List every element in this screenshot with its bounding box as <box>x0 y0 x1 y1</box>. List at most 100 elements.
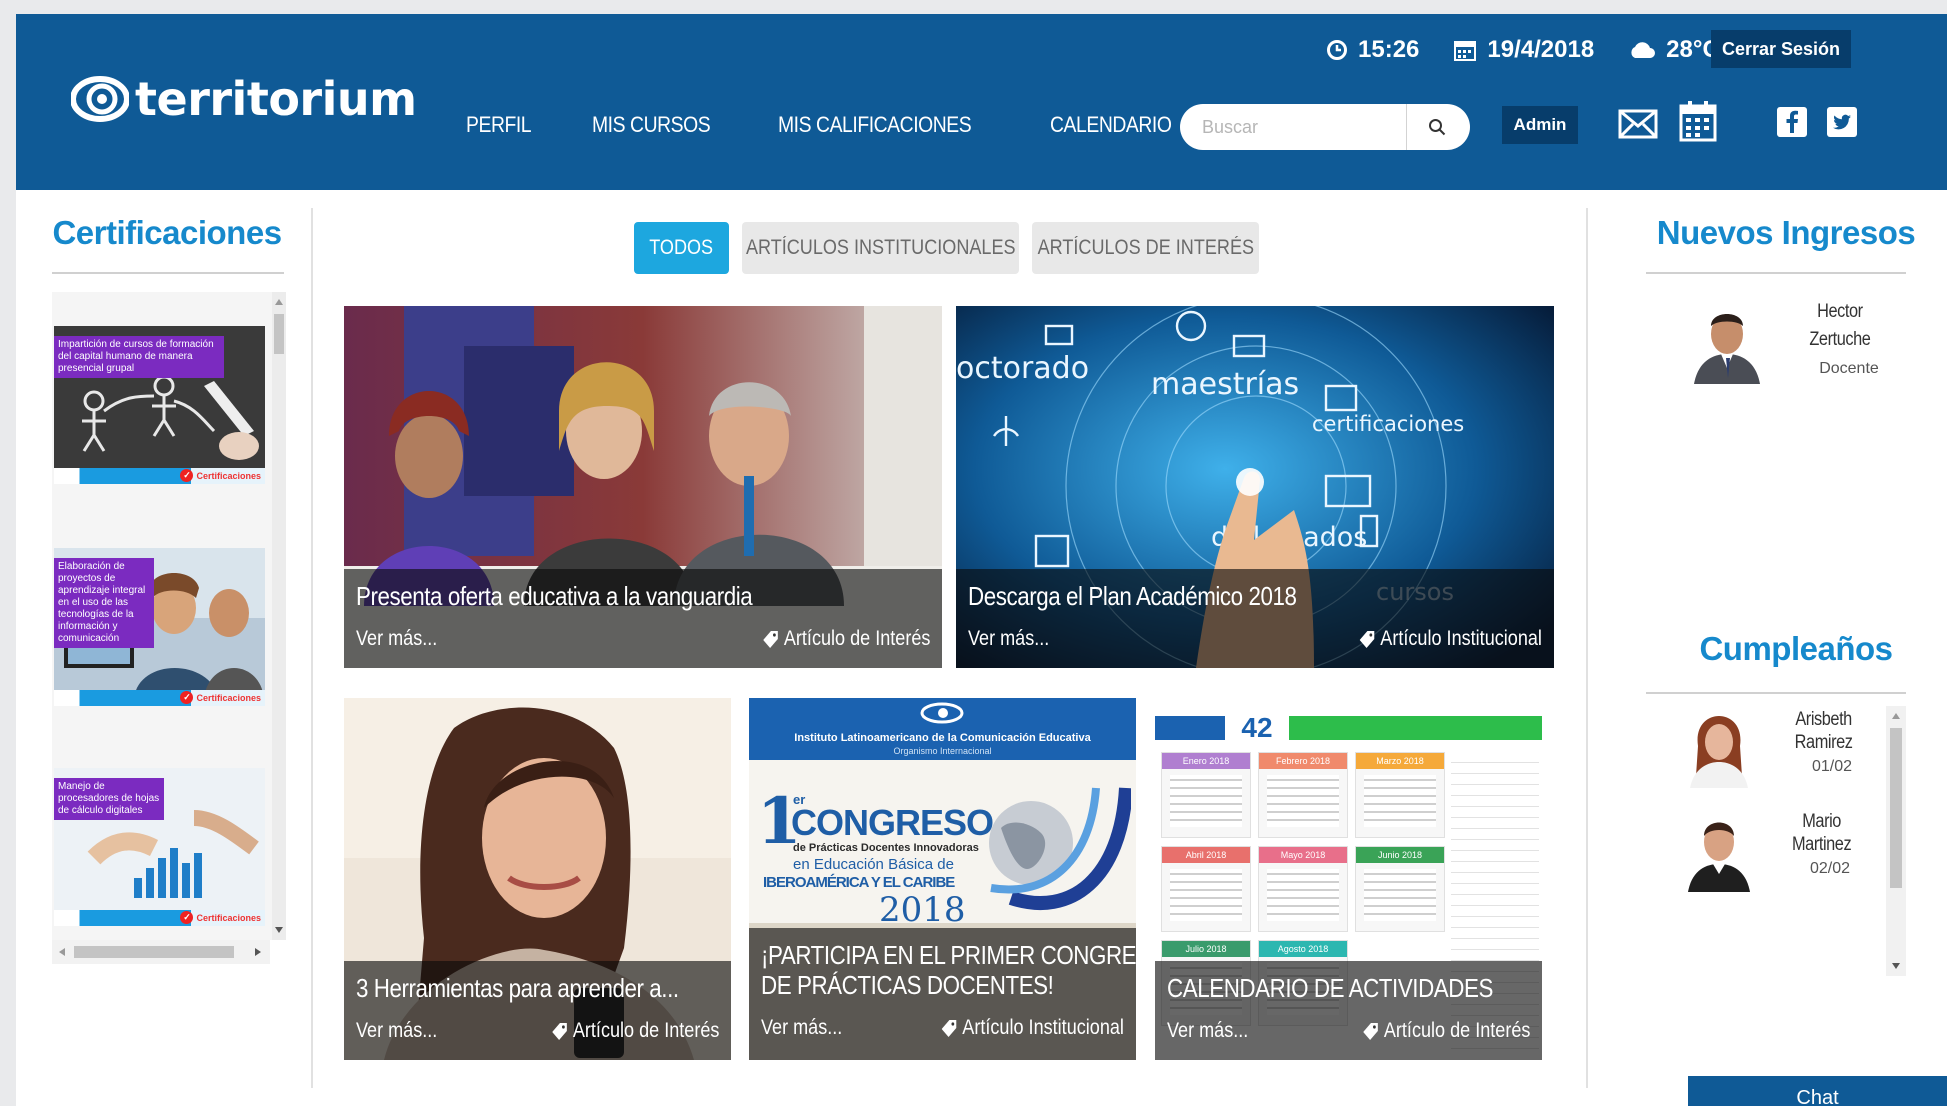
date-text: 19/4/2018 <box>1487 36 1595 63</box>
read-more-link[interactable]: Ver más... <box>356 627 437 651</box>
article-overlay: Descarga el Plan Académico 2018 Ver más.… <box>956 569 1554 668</box>
calendar-month-label: Julio 2018 <box>1162 941 1250 957</box>
birthdays-scroll-thumb[interactable] <box>1890 728 1902 888</box>
mail-icon[interactable] <box>1618 108 1658 140</box>
certification-card[interactable]: Elaboración de proyectos de aprendizaje … <box>54 548 265 706</box>
article-card[interactable]: octorado maestrías certificaciones diplo… <box>956 306 1554 668</box>
birthdays-divider <box>1646 692 1906 694</box>
scroll-right-icon[interactable] <box>254 947 262 957</box>
calendar-number: 42 <box>1225 712 1289 744</box>
date-display: 19/4/2018 <box>1453 36 1594 64</box>
article-card[interactable]: Instituto Latinoamericano de la Comunica… <box>749 698 1136 1060</box>
admin-button[interactable]: Admin <box>1502 106 1578 144</box>
certifications-title: Certificaciones <box>52 214 282 251</box>
calendar-icon <box>1454 41 1477 61</box>
scroll-up-icon[interactable] <box>1891 712 1901 720</box>
twitter-icon[interactable] <box>1827 107 1857 137</box>
article-meta: Ver más... Artículo de Interés <box>356 1019 719 1043</box>
article-title-line: ¡PARTICIPA EN EL PRIMER CONGRESO <box>761 940 1136 970</box>
calendar-month-label: Abril 2018 <box>1162 847 1250 863</box>
article-card[interactable]: 42 Enero 2018 Febrero 2018 Marzo 2018 Abril… <box>1155 698 1542 1060</box>
birthdays-scrollbar[interactable] <box>1886 706 1906 976</box>
chat-button[interactable]: Chat <box>1688 1076 1947 1106</box>
article-overlay: Presenta oferta educativa a la vanguardi… <box>344 569 942 668</box>
certification-card[interactable]: Impartición de cursos de formación del c… <box>54 326 265 484</box>
certification-badge: ✓ Certificaciones <box>180 469 261 482</box>
calendar-month-label: Enero 2018 <box>1162 753 1250 769</box>
article-title-line: DE PRÁCTICAS DOCENTES! <box>761 970 1054 1000</box>
article-filter-tabs: TODOS ARTÍCULOS INSTITUCIONALES ARTÍCULO… <box>634 222 1272 274</box>
read-more-link[interactable]: Ver más... <box>968 627 1049 651</box>
certification-badge: ✓ Certificaciones <box>180 691 261 704</box>
search-box <box>1180 104 1470 150</box>
article-card[interactable]: 3 Herramientas para aprender a... Ver má… <box>344 698 731 1060</box>
logo-mark-icon <box>71 76 129 122</box>
territorium-logo[interactable]: territorium <box>71 70 417 128</box>
logout-button[interactable]: Cerrar Sesión <box>1711 30 1851 68</box>
top-header: territorium PERFIL MIS CURSOS MIS CALIFI… <box>16 14 1947 190</box>
tab-articulos-de-interes[interactable]: ARTÍCULOS DE INTERÉS <box>1032 222 1259 274</box>
tag-icon <box>941 1020 957 1037</box>
birthday-date: 01/02 <box>1811 758 1853 775</box>
image-word: certificaciones <box>1312 412 1464 436</box>
logo-wordmark: territorium <box>135 72 417 126</box>
birthday-info: Arisbeth Ramirez 01/02 <box>1772 706 1892 788</box>
scroll-up-icon[interactable] <box>274 298 284 306</box>
tab-articulos-institucionales[interactable]: ARTÍCULOS INSTITUCIONALES <box>742 222 1019 274</box>
page: territorium PERFIL MIS CURSOS MIS CALIFI… <box>16 14 1947 1106</box>
nav-mis-calificaciones[interactable]: MIS CALIFICACIONES <box>778 112 972 138</box>
calendar-grid-icon[interactable] <box>1679 100 1717 142</box>
horizontal-scroll-thumb[interactable] <box>74 946 234 958</box>
nav-calendario[interactable]: CALENDARIO <box>1050 112 1172 138</box>
search-icon <box>1428 119 1445 136</box>
nav-perfil[interactable]: PERFIL <box>466 112 532 138</box>
tag-icon <box>1362 1023 1378 1040</box>
article-card[interactable]: Presenta oferta educativa a la vanguardi… <box>344 306 942 668</box>
right-column-divider <box>1586 208 1588 1088</box>
facebook-icon[interactable] <box>1777 107 1807 137</box>
certifications-horizontal-scrollbar[interactable] <box>52 940 270 964</box>
article-meta: Ver más... Artículo de Interés <box>356 627 930 651</box>
cloud-icon <box>1631 42 1656 58</box>
certifications-vertical-scrollbar[interactable] <box>272 292 286 940</box>
person-first-name: Mario <box>1802 811 1841 832</box>
search-input[interactable] <box>1180 116 1406 138</box>
scroll-down-icon[interactable] <box>1891 962 1901 970</box>
read-more-link[interactable]: Ver más... <box>356 1019 437 1043</box>
avatar <box>1688 298 1766 384</box>
article-overlay: CALENDARIO DE ACTIVIDADES Ver más... Art… <box>1155 961 1542 1060</box>
birthday-item[interactable]: Arisbeth Ramirez 01/02 <box>1684 706 1892 788</box>
read-more-link[interactable]: Ver más... <box>761 1016 842 1040</box>
vertical-scroll-thumb[interactable] <box>274 314 284 354</box>
certification-caption: Impartición de cursos de formación del c… <box>54 336 224 378</box>
tab-todos[interactable]: TODOS <box>634 222 729 274</box>
calendar-month-label: Mayo 2018 <box>1259 847 1347 863</box>
poster-headline: CONGRESO <box>791 802 994 843</box>
scroll-left-icon[interactable] <box>58 947 66 957</box>
new-members-title: Nuevos Ingresos <box>1656 214 1916 251</box>
article-category: Artículo Institucional <box>1359 627 1542 651</box>
certifications-divider <box>52 272 284 274</box>
poster-subtitle: en Educación Básica de <box>793 856 954 873</box>
article-category: Artículo Institucional <box>941 1016 1124 1040</box>
certifications-list: Impartición de cursos de formación del c… <box>52 292 286 940</box>
read-more-link[interactable]: Ver más... <box>1167 1019 1248 1043</box>
main-nav: PERFIL MIS CURSOS MIS CALIFICACIONES CAL… <box>466 112 1240 138</box>
article-title: Descarga el Plan Académico 2018 <box>968 581 1297 611</box>
article-title: CALENDARIO DE ACTIVIDADES <box>1167 973 1493 1003</box>
birthday-item[interactable]: Mario Martinez 02/02 <box>1680 808 1890 892</box>
certification-card[interactable]: Manejo de procesadores de hojas de cálcu… <box>54 768 265 926</box>
nav-mis-cursos[interactable]: MIS CURSOS <box>592 112 711 138</box>
scroll-down-icon[interactable] <box>274 926 284 934</box>
new-member-item[interactable]: Hector Zertuche Docente <box>1688 298 1914 384</box>
certification-caption: Manejo de procesadores de hojas de cálcu… <box>54 778 164 820</box>
weather-display: 28°C <box>1628 36 1720 64</box>
clock-display: 15:26 <box>1326 36 1419 64</box>
article-meta: Ver más... Artículo de Interés <box>1167 1019 1530 1043</box>
calendar-month-tile: Marzo 2018 <box>1355 752 1445 838</box>
clock-icon <box>1327 40 1347 60</box>
poster-org: Instituto Latinoamericano de la Comunica… <box>794 732 1091 744</box>
check-icon: ✓ <box>180 691 194 704</box>
birthday-info: Mario Martinez 02/02 <box>1770 808 1890 892</box>
search-button[interactable] <box>1406 104 1466 150</box>
